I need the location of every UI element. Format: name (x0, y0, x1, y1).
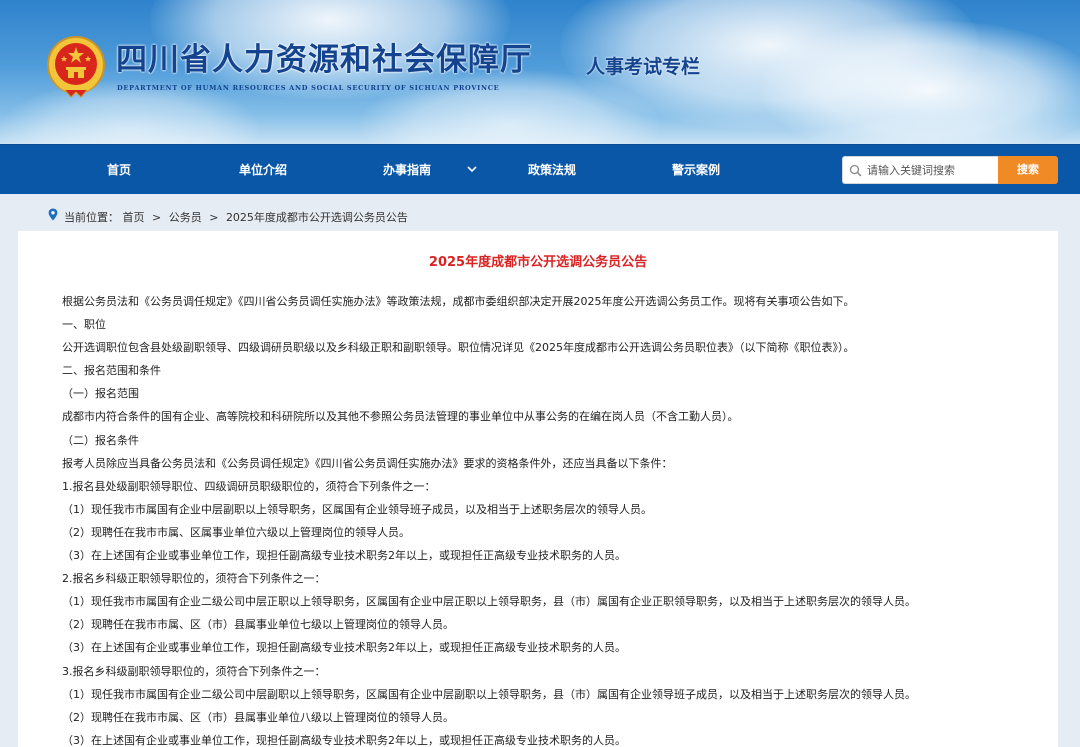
main-nav: 首页 单位介绍 办事指南 政策法规 警示案例 搜索 (0, 144, 1080, 194)
chevron-down-icon[interactable] (466, 163, 478, 175)
article-paragraph: 二、报名范围和条件 (62, 364, 161, 378)
breadcrumb: 当前位置： 首页 > 公务员 > 2025年度成都市公开选调公务员公告 (0, 194, 1080, 231)
location-pin-icon (48, 208, 58, 221)
nav-item-policy[interactable]: 政策法规 (516, 145, 588, 195)
article-title: 2025年度成都市公开选调公务员公告 (428, 255, 648, 270)
search-input[interactable] (865, 157, 997, 183)
national-emblem-icon (47, 36, 105, 98)
article-paragraph: 成都市内符合条件的国有企业、高等院校和科研院所以及其他不参照公务员法管理的事业单… (62, 410, 739, 424)
article-paragraph: 3.报名乡科级副职领导职位的，须符合下列条件之一： (62, 664, 326, 678)
article-body: 根据公务员法和《公务员调任规定》《四川省公务员调任实施办法》等政策法规，成都市委… (62, 290, 1042, 747)
article-paragraph: （2）现聘任在我市市属、区（市）县属事业单位七级以上管理岗位的领导人员。 (62, 618, 454, 632)
search-box (842, 156, 999, 184)
breadcrumb-trail: 当前位置： 首页 > 公务员 > 2025年度成都市公开选调公务员公告 (64, 209, 408, 225)
breadcrumb-item-current[interactable]: 2025年度成都市公开选调公务员公告 (226, 211, 408, 224)
article-paragraph: 报考人员除应当具备公务员法和《公务员调任规定》《四川省公务员调任实施办法》要求的… (62, 456, 673, 470)
nav-item-warning-cases[interactable]: 警示案例 (660, 145, 732, 195)
article-paragraph: 一、职位 (62, 318, 106, 332)
nav-item-guide[interactable]: 办事指南 (371, 145, 443, 195)
column-tag: 人事考试专栏 (586, 56, 701, 78)
article-paragraph: 公开选调职位包含县处级副职领导、四级调研员职级以及乡科级正职和副职领导。职位情况… (62, 341, 855, 355)
article-paragraph: （2）现聘任在我市市属、区（市）县属事业单位八级以上管理岗位的领导人员。 (62, 710, 454, 724)
search-button[interactable]: 搜索 (998, 156, 1058, 184)
article-paragraph: （1）现任我市市属国有企业中层副职以上领导职务，区属国有企业领导班子成员，以及相… (62, 502, 652, 516)
article-paragraph: （1）现任我市市属国有企业二级公司中层副职以上领导职务，区属国有企业中层副职以上… (62, 687, 916, 701)
article-paragraph: （3）在上述国有企业或事业单位工作，现担任副高级专业技术职务2年以上，或现担任正… (62, 733, 626, 747)
header-banner: 四川省人力资源和社会保障厅 DEPARTMENT OF HUMAN RESOUR… (0, 0, 1080, 144)
breadcrumb-prefix: 当前位置： (64, 211, 119, 224)
breadcrumb-item-civil-servant[interactable]: 公务员 (169, 211, 202, 224)
article-paragraph: 1.报名县处级副职领导职位、四级调研员职级职位的，须符合下列条件之一： (62, 479, 436, 493)
article-paragraph: （2）现聘任在我市市属、区属事业单位六级以上管理岗位的领导人员。 (62, 525, 410, 539)
breadcrumb-separator: > (209, 211, 219, 224)
nav-item-home[interactable]: 首页 (83, 145, 155, 195)
article-paragraph: 根据公务员法和《公务员调任规定》《四川省公务员调任实施办法》等政策法规，成都市委… (62, 295, 855, 308)
article-paragraph: （3）在上述国有企业或事业单位工作，现担任副高级专业技术职务2年以上，或现担任正… (62, 641, 626, 655)
article-paragraph: 2.报名乡科级正职领导职位的，须符合下列条件之一： (62, 572, 326, 586)
site-title-en: DEPARTMENT OF HUMAN RESOURCES AND SOCIAL… (117, 84, 500, 92)
article-paragraph: （二）报名条件 (62, 433, 139, 447)
article-paragraph: （1）现任我市市属国有企业二级公司中层正职以上领导职务，区属国有企业中层正职以上… (62, 595, 916, 609)
article-paragraph: （一）报名范围 (62, 387, 139, 401)
article-panel: 2025年度成都市公开选调公务员公告 根据公务员法和《公务员调任规定》《四川省公… (18, 231, 1058, 747)
nav-item-about[interactable]: 单位介绍 (227, 145, 299, 195)
article-paragraph: （3）在上述国有企业或事业单位工作，现担任副高级专业技术职务2年以上，或现担任正… (62, 549, 626, 563)
search-icon (849, 164, 862, 177)
breadcrumb-separator: > (152, 211, 162, 224)
site-title: 四川省人力资源和社会保障厅 (116, 42, 532, 78)
breadcrumb-item-home[interactable]: 首页 (123, 211, 145, 224)
